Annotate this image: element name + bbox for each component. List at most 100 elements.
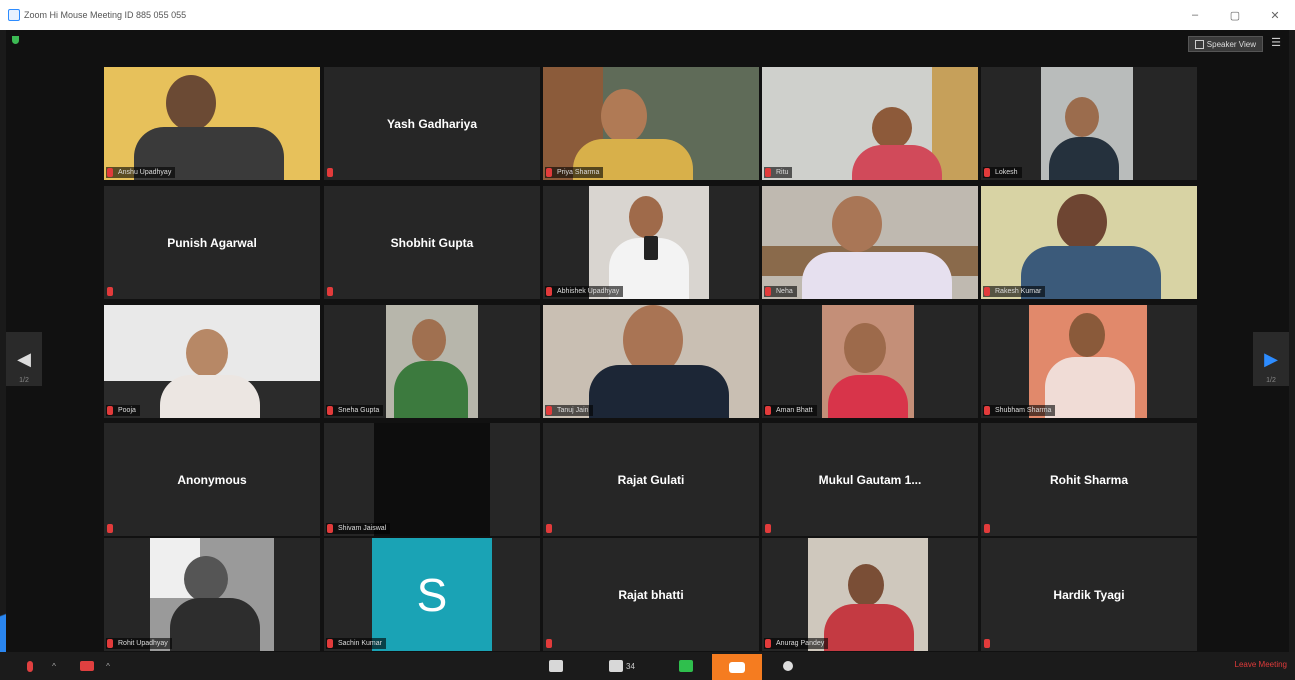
participant-name-label: Priya Sharma xyxy=(545,167,604,178)
chevron-right-icon: ▶ xyxy=(1264,348,1278,369)
participant-name: Punish Agarwal xyxy=(167,235,257,250)
menu-icon[interactable]: ☰ xyxy=(1271,36,1281,49)
participant-video xyxy=(104,67,320,180)
participant-video xyxy=(1029,305,1147,418)
caret-up-icon: ^ xyxy=(52,661,56,671)
participant-name-label: Abhishek Upadhyay xyxy=(545,286,624,297)
participant-name: Yash Gadhariya xyxy=(386,116,478,131)
participant-name: Rajat bhatti xyxy=(618,587,684,602)
participant-tile[interactable]: Shivam Jaiswal xyxy=(324,423,540,536)
page-indicator: 1/2 xyxy=(1266,377,1276,384)
muted-mic-icon xyxy=(546,168,552,177)
participant-tile[interactable]: Shubham Sharma xyxy=(981,305,1197,418)
participant-name-label: Sneha Gupta xyxy=(326,405,384,416)
participant-tile[interactable]: Pooja xyxy=(104,305,320,418)
muted-mic-icon xyxy=(546,524,552,533)
participant-name-label: Sachin Kumar xyxy=(326,638,386,649)
participants-count: 34 xyxy=(626,661,635,671)
participant-name-label: Anshu Upadhyay xyxy=(106,167,176,178)
participant-tile[interactable]: Hardik Tyagi xyxy=(981,538,1197,651)
muted-mic-icon xyxy=(765,524,771,533)
chat-button[interactable] xyxy=(712,654,762,680)
maximize-button[interactable]: ▢ xyxy=(1215,9,1255,22)
muted-mic-icon xyxy=(546,639,552,648)
participant-tile[interactable]: Ritu xyxy=(762,67,978,180)
window-titlebar: Zoom Hi Mouse Meeting ID 885 055 055 – ▢… xyxy=(0,0,1295,30)
participant-video xyxy=(386,305,478,418)
chat-icon xyxy=(729,661,745,673)
encryption-shield-icon xyxy=(12,36,19,44)
muted-mic-icon xyxy=(984,287,990,296)
muted-mic-icon xyxy=(327,168,333,177)
muted-mic-icon xyxy=(107,168,113,177)
participant-tile[interactable]: Rajat bhatti xyxy=(543,538,759,651)
participant-tile[interactable]: Rajat Gulati xyxy=(543,423,759,536)
page-indicator: 1/2 xyxy=(19,377,29,384)
meeting-toolbar: ^ ^ 34 Leave Meeting xyxy=(0,652,1295,680)
participant-tile[interactable]: Rohit Upadhyay xyxy=(104,538,320,651)
participant-video xyxy=(762,67,978,180)
participant-name: Shobhit Gupta xyxy=(390,235,474,250)
participant-tile[interactable]: S Sachin Kumar xyxy=(324,538,540,651)
start-video-button[interactable] xyxy=(78,656,96,676)
leave-meeting-button[interactable]: Leave Meeting xyxy=(1235,660,1287,669)
participant-video xyxy=(543,305,759,418)
participant-name-label: Rohit Upadhyay xyxy=(106,638,172,649)
participants-icon xyxy=(609,660,624,672)
participant-video xyxy=(150,538,274,651)
participant-tile[interactable]: Anonymous xyxy=(104,423,320,536)
participant-tile[interactable]: Rakesh Kumar xyxy=(981,186,1197,299)
participant-name-label: Shivam Jaiswal xyxy=(326,523,391,534)
mute-button[interactable] xyxy=(22,656,38,676)
participant-tile[interactable]: Abhishek Upadhyay xyxy=(543,186,759,299)
muted-mic-icon xyxy=(107,524,113,533)
caret-up-icon: ^ xyxy=(106,661,110,671)
participant-tile[interactable]: Sneha Gupta xyxy=(324,305,540,418)
participant-tile[interactable]: Lokesh xyxy=(981,67,1197,180)
muted-mic-icon xyxy=(107,287,113,296)
participant-video xyxy=(543,67,759,180)
muted-mic-icon xyxy=(984,406,990,415)
next-page-button[interactable]: ▶ 1/2 xyxy=(1253,332,1289,386)
previous-page-button[interactable]: ◀ 1/2 xyxy=(6,332,42,386)
record-icon xyxy=(783,661,793,671)
muted-mic-icon xyxy=(984,168,990,177)
muted-mic-icon xyxy=(765,168,771,177)
muted-mic-icon xyxy=(984,639,990,648)
participant-tile[interactable]: Punish Agarwal xyxy=(104,186,320,299)
close-button[interactable]: ✕ xyxy=(1255,9,1295,22)
video-options-button[interactable]: ^ xyxy=(102,656,114,676)
grid-icon xyxy=(1194,39,1204,49)
participant-name: Rajat Gulati xyxy=(617,472,685,487)
video-off-icon xyxy=(80,661,94,671)
participant-tile[interactable]: Yash Gadhariya xyxy=(324,67,540,180)
participant-video xyxy=(822,305,914,418)
participants-button[interactable]: 34 xyxy=(604,656,640,676)
participant-video xyxy=(981,186,1197,299)
participant-name-label: Anurag Pandey xyxy=(764,638,829,649)
security-button[interactable] xyxy=(546,656,566,676)
audio-options-button[interactable]: ^ xyxy=(48,656,60,676)
participant-tile[interactable]: Anurag Pandey xyxy=(762,538,978,651)
participant-tile[interactable]: Neha xyxy=(762,186,978,299)
muted-mic-icon xyxy=(984,524,990,533)
chevron-left-icon: ◀ xyxy=(17,348,31,369)
microphone-muted-icon xyxy=(27,660,33,672)
participant-tile[interactable]: Mukul Gautam 1... xyxy=(762,423,978,536)
participant-name-label: Rakesh Kumar xyxy=(983,286,1046,297)
record-button[interactable] xyxy=(780,656,796,676)
participant-tile[interactable]: Priya Sharma xyxy=(543,67,759,180)
share-screen-icon xyxy=(679,660,693,672)
participant-tile[interactable]: Shobhit Gupta xyxy=(324,186,540,299)
minimize-button[interactable]: – xyxy=(1175,9,1215,21)
participant-name: Hardik Tyagi xyxy=(1053,587,1125,602)
participant-tile[interactable]: Tanuj Jain xyxy=(543,305,759,418)
view-toggle-label: Speaker View xyxy=(1206,39,1256,49)
participant-tile[interactable]: Anshu Upadhyay xyxy=(104,67,320,180)
view-toggle-button[interactable]: Speaker View xyxy=(1187,36,1263,52)
share-screen-button[interactable] xyxy=(676,656,696,676)
participant-tile[interactable]: Aman Bhatt xyxy=(762,305,978,418)
muted-mic-icon xyxy=(327,287,333,296)
participant-tile[interactable]: Rohit Sharma xyxy=(981,423,1197,536)
muted-mic-icon xyxy=(107,639,113,648)
